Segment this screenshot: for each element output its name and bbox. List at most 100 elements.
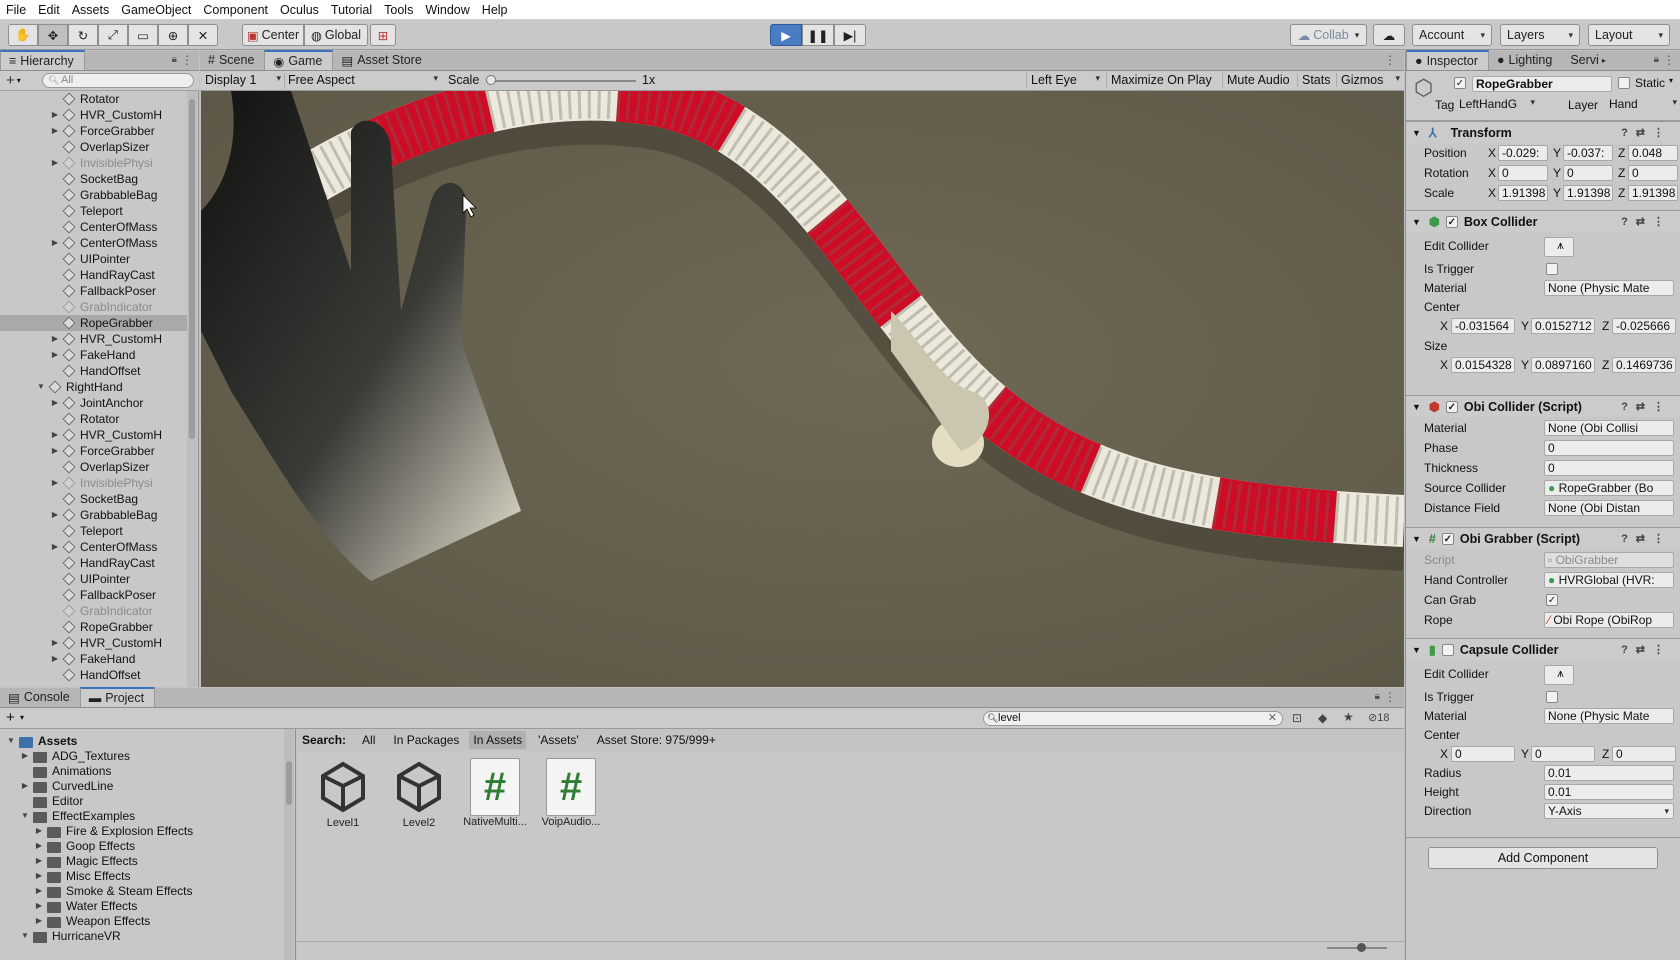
project-search-input[interactable]: 🔍︎ level ✕: [983, 711, 1283, 726]
foldout-open-icon[interactable]: ▼: [20, 808, 30, 824]
size-z-field[interactable]: 0.1469736: [1612, 357, 1676, 373]
maximize-on-play-toggle[interactable]: Maximize On Play: [1106, 73, 1212, 87]
obi-collider-field[interactable]: None (Obi Distan: [1544, 500, 1674, 516]
hierarchy-row[interactable]: OverlapSizer: [0, 139, 187, 155]
position-z-field[interactable]: 0.048: [1628, 145, 1678, 161]
component-menu-icons[interactable]: ?⇄⋮: [1621, 532, 1672, 545]
obi-collider-field[interactable]: 0: [1544, 440, 1674, 456]
hierarchy-row[interactable]: Teleport: [0, 203, 187, 219]
foldout-closed-icon[interactable]: ▶: [50, 123, 60, 139]
enabled-checkbox[interactable]: ✓: [1445, 215, 1458, 228]
tab-services[interactable]: Servi ▸: [1562, 50, 1608, 70]
project-folder-row[interactable]: ▶ ADG_Textures: [0, 748, 280, 764]
hierarchy-row[interactable]: Rotator: [0, 411, 187, 427]
hierarchy-row[interactable]: ▶ ForceGrabber: [0, 443, 187, 459]
foldout-closed-icon[interactable]: ▶: [34, 838, 44, 854]
tab-scene[interactable]: # Scene: [200, 50, 264, 70]
foldout-closed-icon[interactable]: ▶: [20, 778, 30, 794]
hierarchy-row[interactable]: HandOffset: [0, 667, 187, 683]
eye-dropdown[interactable]: Left Eye: [1026, 73, 1100, 87]
more-icon[interactable]: ⋮: [1384, 53, 1396, 67]
chevron-down-icon[interactable]: ▾: [20, 713, 24, 722]
edit-collider-button[interactable]: ⩚: [1544, 237, 1574, 257]
move-tool-button[interactable]: ✥: [38, 24, 68, 46]
capsule-collider-header[interactable]: ▼ ▮ Capsule Collider ?⇄⋮: [1406, 638, 1680, 660]
filter-by-type-icon[interactable]: ⊡: [1292, 711, 1302, 725]
menu-assets[interactable]: Assets: [66, 0, 116, 20]
hand-controller-field[interactable]: ● HVRGlobal (HVR:: [1544, 572, 1674, 588]
favorite-star-icon[interactable]: ★: [1343, 710, 1354, 724]
hierarchy-row[interactable]: UIPointer: [0, 571, 187, 587]
icon-size-slider-handle[interactable]: [1357, 943, 1366, 952]
hierarchy-row[interactable]: ▶ FakeHand: [0, 651, 187, 667]
project-tree-scroll-thumb[interactable]: [286, 761, 292, 805]
more-icon[interactable]: ⋮: [1384, 690, 1396, 704]
hierarchy-row[interactable]: GrabIndicator: [0, 603, 187, 619]
scale-tool-button[interactable]: ⤢: [98, 24, 128, 46]
hierarchy-row[interactable]: HandOffset: [0, 363, 187, 379]
foldout-closed-icon[interactable]: ▶: [50, 475, 60, 491]
filter-asset-store[interactable]: Asset Store: 975/999+: [593, 731, 720, 749]
pause-button[interactable]: ❚❚: [802, 24, 834, 46]
material-field[interactable]: None (Physic Mate: [1544, 708, 1674, 724]
hierarchy-row[interactable]: HandRayCast: [0, 555, 187, 571]
height-field[interactable]: 0.01: [1544, 784, 1674, 800]
tab-project[interactable]: ▬ Project: [79, 687, 156, 707]
can-grab-checkbox[interactable]: ✓: [1546, 594, 1558, 606]
scale-x-field[interactable]: 1.91398: [1498, 185, 1548, 201]
object-name-input[interactable]: RopeGrabber: [1472, 76, 1612, 92]
hierarchy-row[interactable]: ▶ HVR_CustomH: [0, 331, 187, 347]
obi-grabber-header[interactable]: ▼ # ✓ Obi Grabber (Script) ?⇄⋮: [1406, 527, 1680, 549]
account-dropdown[interactable]: Account: [1412, 24, 1492, 46]
transform-tool-button[interactable]: ⊕: [158, 24, 188, 46]
filter-in-assets[interactable]: In Assets: [469, 731, 527, 749]
center-z-field[interactable]: 0: [1612, 746, 1676, 762]
hierarchy-scrollbar[interactable]: [187, 91, 197, 687]
create-icon[interactable]: +: [6, 709, 15, 726]
project-folder-row[interactable]: ▼ Assets: [0, 733, 280, 749]
foldout-closed-icon[interactable]: ▶: [34, 823, 44, 839]
is-trigger-checkbox[interactable]: [1546, 691, 1558, 703]
icon-size-slider[interactable]: [1327, 943, 1387, 952]
project-folder-row[interactable]: ▶ Smoke & Steam Effects: [0, 883, 280, 899]
foldout-open-icon[interactable]: ▼: [6, 733, 16, 749]
chevron-down-icon[interactable]: ▾: [17, 76, 21, 85]
hierarchy-row[interactable]: ▶ FakeHand: [0, 347, 187, 363]
hierarchy-row[interactable]: SocketBag: [0, 491, 187, 507]
center-y-field[interactable]: 0.0152712: [1531, 318, 1595, 334]
box-collider-header[interactable]: ▼ ⬢ ✓ Box Collider ?⇄⋮: [1406, 210, 1680, 232]
play-button[interactable]: ▶: [770, 24, 802, 46]
filter-assets-folder[interactable]: 'Assets': [534, 731, 583, 749]
hierarchy-row[interactable]: ▶ InvisiblePhysi: [0, 155, 187, 171]
menu-help[interactable]: Help: [476, 0, 514, 20]
filter-in-packages[interactable]: In Packages: [389, 731, 463, 749]
obi-collider-field[interactable]: None (Obi Collisi: [1544, 420, 1674, 436]
project-folder-row[interactable]: ▶ Goop Effects: [0, 838, 280, 854]
menu-tools[interactable]: Tools: [378, 0, 419, 20]
obi-collider-header[interactable]: ▼ ⬢ ✓ Obi Collider (Script) ?⇄⋮: [1406, 395, 1680, 417]
foldout-closed-icon[interactable]: ▶: [50, 443, 60, 459]
project-folder-row[interactable]: ▼ HurricaneVR: [0, 928, 280, 944]
tag-dropdown[interactable]: LeftHandG: [1459, 97, 1535, 113]
hierarchy-row[interactable]: ▶ CenterOfMass: [0, 235, 187, 251]
asset-nativemulti[interactable]: # NativeMulti...: [460, 758, 530, 828]
gizmos-dropdown[interactable]: Gizmos: [1336, 73, 1400, 87]
menu-component[interactable]: Component: [197, 0, 274, 20]
project-folder-row[interactable]: ▶ Magic Effects: [0, 853, 280, 869]
hierarchy-row[interactable]: HandRayCast: [0, 267, 187, 283]
center-x-field[interactable]: 0: [1451, 746, 1515, 762]
asset-level1[interactable]: Level1: [308, 758, 378, 829]
clear-search-icon[interactable]: ✕: [1268, 712, 1277, 725]
custom-tool-button[interactable]: ✕: [188, 24, 218, 46]
component-menu-icons[interactable]: ?⇄⋮: [1621, 126, 1672, 139]
active-checkbox[interactable]: ✓: [1454, 77, 1466, 89]
chevron-down-icon[interactable]: ▾: [1669, 76, 1673, 85]
project-folder-row[interactable]: ▶ CurvedLine: [0, 778, 280, 794]
scale-z-field[interactable]: 1.91398: [1628, 185, 1678, 201]
layer-dropdown[interactable]: Hand: [1609, 97, 1677, 113]
project-tree-scrollbar[interactable]: [284, 729, 294, 960]
direction-dropdown[interactable]: Y-Axis: [1544, 803, 1674, 819]
layers-dropdown[interactable]: Layers: [1500, 24, 1580, 46]
component-menu-icons[interactable]: ?⇄⋮: [1621, 400, 1672, 413]
project-folder-row[interactable]: ▶ Water Effects: [0, 898, 280, 914]
